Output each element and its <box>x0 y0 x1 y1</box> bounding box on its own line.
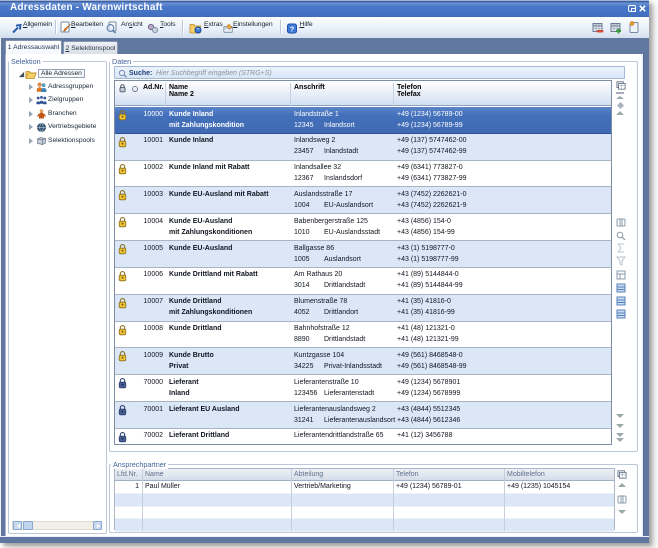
svg-text:?: ? <box>290 24 295 33</box>
